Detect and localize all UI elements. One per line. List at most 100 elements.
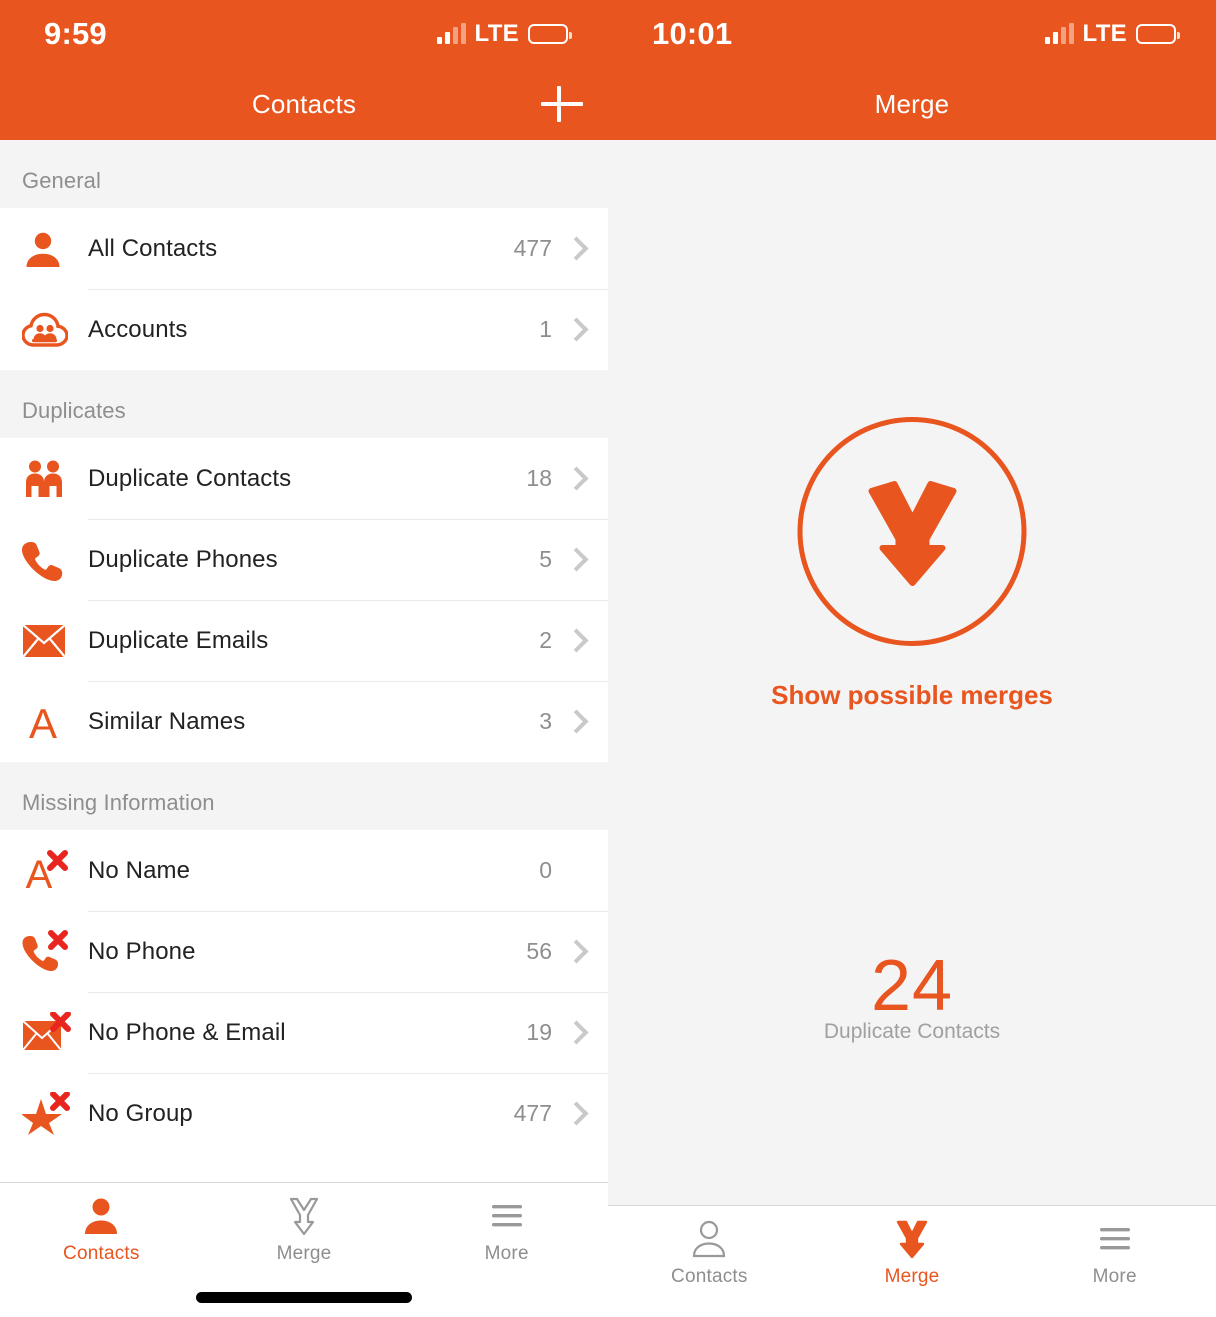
list-item-label: Accounts	[88, 315, 188, 343]
two-people-icon	[22, 459, 88, 499]
chevron-right-icon	[568, 859, 582, 883]
svg-text:A: A	[29, 701, 57, 743]
merge-screen: 10:01 LTE Merge Show possible merges 24 …	[608, 0, 1216, 1317]
list-item-label: No Group	[88, 1099, 193, 1127]
star-x-icon	[22, 1091, 88, 1136]
chevron-right-icon	[568, 548, 582, 572]
letter-a-icon: A	[22, 701, 88, 743]
chevron-right-icon	[568, 1021, 582, 1045]
list-item-no-group[interactable]: No Group 477	[0, 1073, 608, 1154]
tab-contacts[interactable]: Contacts	[608, 1206, 811, 1288]
list-item-count: 56	[526, 938, 552, 964]
list-item-no-name[interactable]: A No Name 0	[0, 830, 608, 911]
duplicate-count-label: Duplicate Contacts	[823, 1020, 1001, 1043]
contacts-screen: 9:59 LTE Contacts General All Contacts 4	[0, 0, 608, 1317]
merge-arrow-filled-icon	[896, 1220, 928, 1259]
section-duplicates: Duplicate Contacts 18 Duplicate Phones 5	[0, 438, 608, 762]
duplicate-count-value: 24	[870, 946, 954, 1026]
tab-bar: Contacts Merge More	[608, 1205, 1216, 1317]
list-item-no-phone[interactable]: No Phone 56	[0, 911, 608, 992]
list-item-count: 19	[526, 1019, 552, 1045]
list-item-label: All Contacts	[88, 234, 218, 262]
chevron-right-icon	[568, 1102, 582, 1126]
list-item-similar-names[interactable]: A Similar Names 3	[0, 681, 608, 762]
list-item-label: Duplicate Contacts	[88, 464, 292, 492]
dual-screenshot: 9:59 LTE Contacts General All Contacts 4	[0, 0, 1216, 1317]
status-bar: 9:59 LTE	[0, 0, 608, 68]
contacts-list: General All Contacts 477 Accounts 1 Dupl…	[0, 140, 608, 1154]
show-possible-merges-button[interactable]: Show possible merges	[608, 680, 1216, 711]
list-item-count: 477	[513, 235, 552, 261]
status-clock: 10:01	[652, 16, 733, 51]
status-bar: 10:01 LTE	[608, 0, 1216, 68]
chevron-right-icon	[568, 710, 582, 734]
envelope-icon	[22, 623, 88, 658]
merge-arrow-outline-icon	[289, 1197, 319, 1236]
chevron-right-icon	[568, 237, 582, 261]
list-item-duplicate-contacts[interactable]: Duplicate Contacts 18	[0, 438, 608, 519]
tab-label: Merge	[884, 1266, 940, 1287]
tab-bar: Contacts Merge More	[0, 1182, 608, 1317]
section-header-general: General	[0, 140, 608, 208]
person-filled-icon	[85, 1198, 118, 1234]
status-indicators: LTE	[1044, 20, 1180, 48]
tab-more[interactable]: More	[1013, 1206, 1216, 1288]
chevron-right-icon	[568, 467, 582, 491]
section-header-missing-information: Missing Information	[0, 762, 608, 830]
section-general: All Contacts 477 Accounts 1	[0, 208, 608, 370]
tab-more[interactable]: More	[405, 1183, 608, 1265]
list-item-count: 477	[513, 1100, 552, 1126]
signal-bars-icon	[1044, 23, 1074, 44]
list-item-no-phone-and-email[interactable]: No Phone & Email 19	[0, 992, 608, 1073]
chevron-right-icon	[568, 629, 582, 653]
network-type-label: LTE	[1082, 20, 1127, 47]
list-item-all-contacts[interactable]: All Contacts 477	[0, 208, 608, 289]
tab-contacts[interactable]: Contacts	[0, 1183, 203, 1265]
status-indicators: LTE	[436, 20, 572, 48]
letter-a-x-icon: A	[22, 849, 88, 893]
battery-icon	[1136, 24, 1180, 44]
list-item-label: Similar Names	[88, 707, 246, 735]
list-item-count: 1	[539, 316, 552, 342]
list-item-count: 5	[539, 546, 552, 572]
network-type-label: LTE	[474, 20, 519, 47]
status-clock: 9:59	[44, 16, 107, 51]
home-indicator	[196, 1292, 412, 1303]
battery-icon	[528, 24, 572, 44]
list-item-count: 18	[526, 465, 552, 491]
section-header-duplicates: Duplicates	[0, 370, 608, 438]
merge-arrow-icon	[868, 480, 956, 586]
tab-label: Merge	[276, 1243, 332, 1264]
tab-label: More	[484, 1243, 529, 1264]
merge-hero-button[interactable]	[797, 417, 1027, 646]
tab-label: Contacts	[63, 1243, 140, 1264]
section-missing-information: A No Name 0 No Phone 56 No Phone & Email…	[0, 830, 608, 1154]
list-item-count: 3	[539, 708, 552, 734]
nav-bar: Merge	[608, 68, 1216, 140]
envelope-x-icon	[22, 1011, 88, 1054]
tab-label: Contacts	[671, 1266, 748, 1287]
person-icon	[22, 228, 88, 270]
phone-icon	[22, 539, 88, 581]
list-item-accounts[interactable]: Accounts 1	[0, 289, 608, 370]
tab-merge[interactable]: Merge	[203, 1183, 406, 1265]
page-title: Contacts	[251, 88, 357, 119]
plus-icon[interactable]	[538, 80, 586, 128]
list-item-duplicate-phones[interactable]: Duplicate Phones 5	[0, 519, 608, 600]
list-item-count: 0	[539, 857, 552, 883]
phone-x-icon	[22, 929, 88, 974]
merge-content: Show possible merges 24 Duplicate Contac…	[608, 140, 1216, 1205]
person-outline-icon	[693, 1220, 726, 1258]
list-item-label: Duplicate Phones	[88, 545, 278, 573]
hamburger-icon	[1099, 1228, 1130, 1250]
list-item-duplicate-emails[interactable]: Duplicate Emails 2	[0, 600, 608, 681]
list-item-count: 2	[539, 627, 552, 653]
list-item-label: No Phone & Email	[88, 1018, 286, 1046]
signal-bars-icon	[436, 23, 466, 44]
list-item-label: Duplicate Emails	[88, 626, 269, 654]
svg-text:A: A	[26, 853, 53, 893]
page-title: Merge	[874, 88, 950, 119]
tab-merge[interactable]: Merge	[811, 1206, 1014, 1288]
list-item-label: No Name	[88, 856, 191, 884]
hamburger-icon	[491, 1205, 522, 1227]
